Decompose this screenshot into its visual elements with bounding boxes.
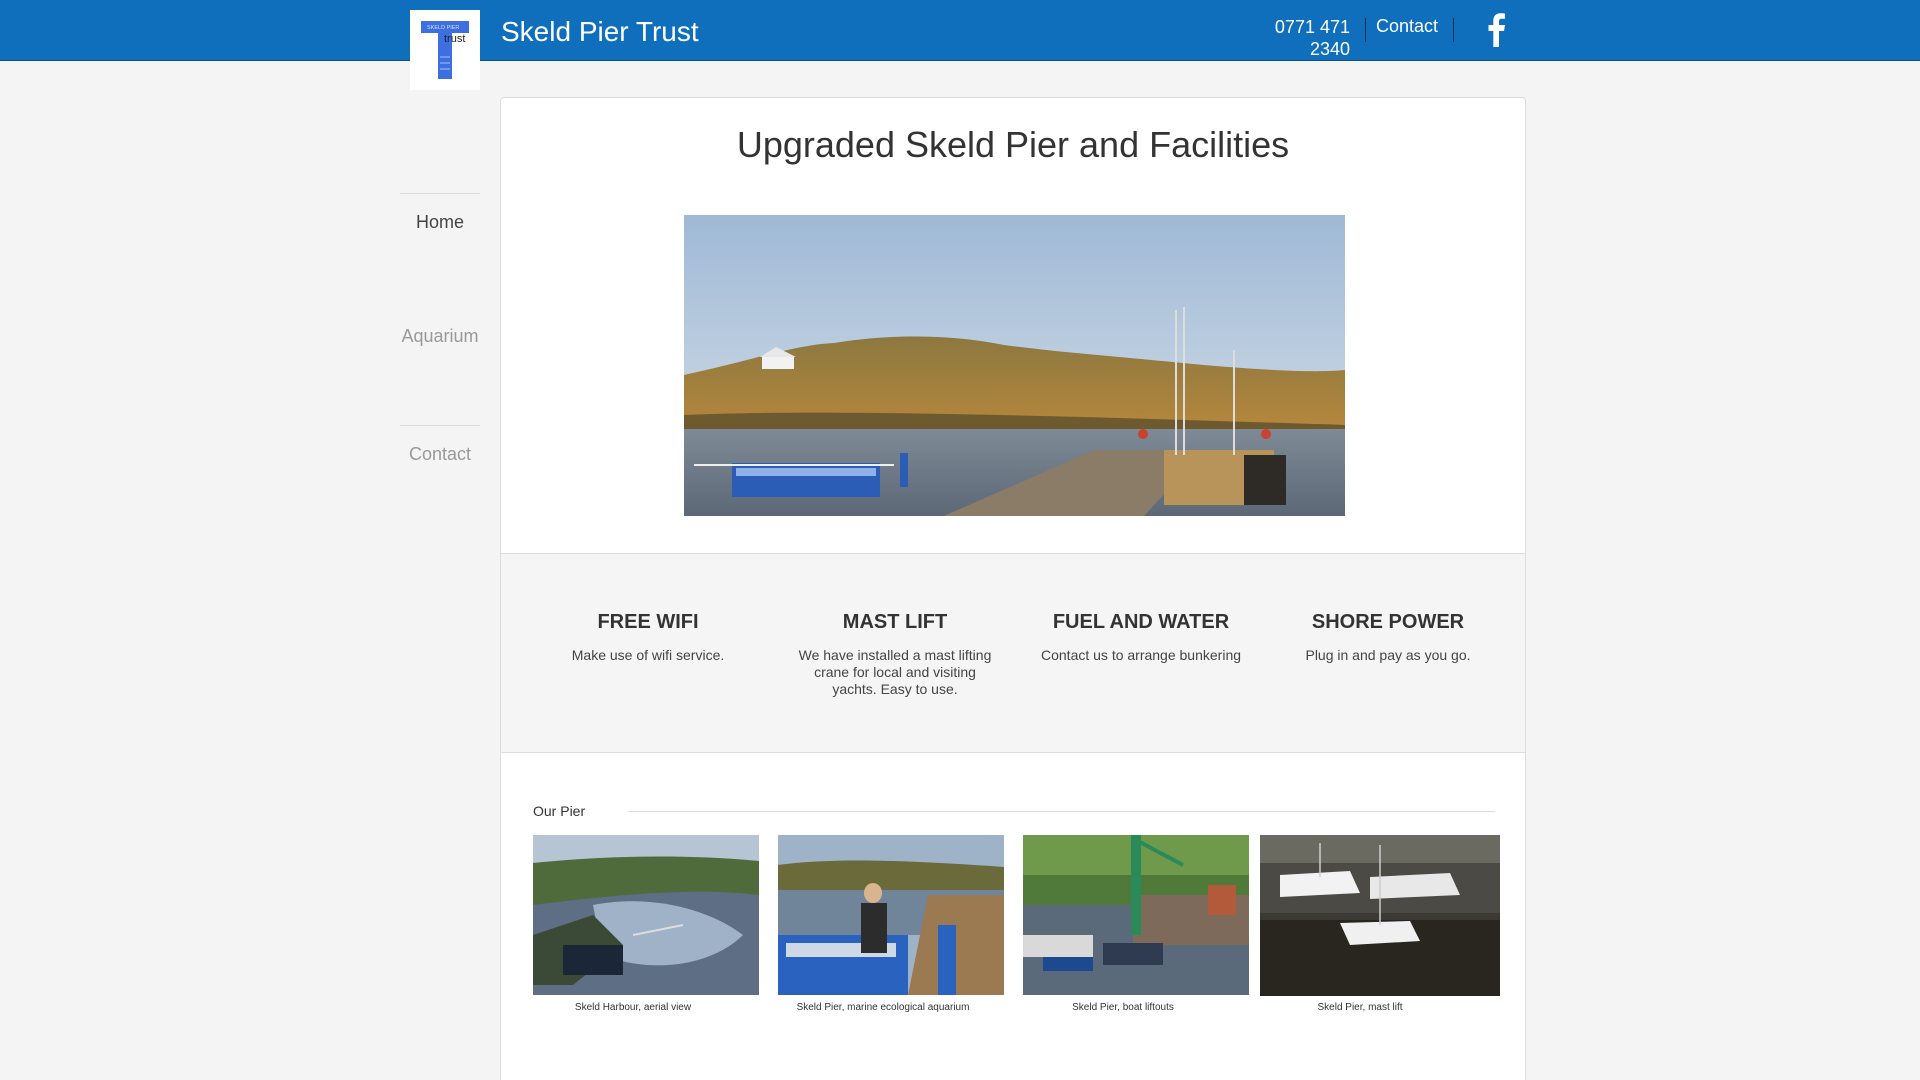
nav-item-home[interactable]: Home bbox=[400, 193, 480, 309]
header-contact-link[interactable]: Contact bbox=[1376, 16, 1438, 37]
gallery-thumb-mast-lift[interactable] bbox=[1260, 835, 1500, 996]
site-title[interactable]: Skeld Pier Trust bbox=[501, 16, 699, 48]
gallery-caption: Skeld Harbour, aerial view bbox=[574, 1002, 692, 1013]
feature-heading: SHORE POWER bbox=[1311, 611, 1465, 633]
gallery-thumb-aquarium[interactable] bbox=[778, 835, 1004, 995]
feature-text: Plug in and pay as you go. bbox=[1305, 647, 1471, 663]
nav-item-aquarium[interactable]: Aquarium bbox=[400, 309, 480, 425]
feature-shore-power: SHORE POWER Plug in and pay as you go. bbox=[1288, 611, 1488, 664]
gallery-caption: Skeld Pier, marine ecological aquarium bbox=[796, 1002, 970, 1013]
nav-item-contact[interactable]: Contact bbox=[400, 425, 480, 541]
feature-heading: FREE WIFI bbox=[597, 611, 699, 633]
features-section: FREE WIFI Make use of wifi service. MAST… bbox=[501, 553, 1525, 753]
feature-text: Make use of wifi service. bbox=[571, 647, 725, 663]
feature-fuel-and-water: FUEL AND WATER Contact us to arrange bun… bbox=[1041, 611, 1241, 664]
header-divider bbox=[1453, 18, 1454, 42]
feature-text: Contact us to arrange bunkering bbox=[1041, 647, 1242, 663]
gallery-thumb-boat-liftouts[interactable] bbox=[1023, 835, 1249, 995]
gallery-caption: Skeld Pier, mast lift bbox=[1317, 1002, 1403, 1013]
side-navigation: Home Aquarium Contact bbox=[400, 193, 480, 541]
gallery-title: Our Pier bbox=[533, 803, 586, 819]
logo-text-top: SKELD PIER bbox=[427, 25, 459, 31]
gallery-thumb-aerial[interactable] bbox=[533, 835, 759, 995]
gallery-caption: Skeld Pier, boat liftouts bbox=[1072, 1002, 1174, 1013]
feature-heading: FUEL AND WATER bbox=[1052, 611, 1230, 633]
feature-text: We have installed a mast lifting crane f… bbox=[798, 647, 992, 697]
top-header-bar: Skeld Pier Trust 0771 471 2340 Contact bbox=[0, 0, 1920, 61]
feature-heading: MAST LIFT bbox=[842, 611, 948, 633]
phone-line-2: 2340 bbox=[1309, 39, 1350, 59]
page-title: Upgraded Skeld Pier and Facilities bbox=[736, 124, 1290, 165]
facebook-icon[interactable] bbox=[1484, 12, 1508, 48]
header-divider bbox=[1365, 18, 1366, 42]
phone-number[interactable]: 0771 471 2340 bbox=[1268, 16, 1350, 60]
feature-free-wifi: FREE WIFI Make use of wifi service. bbox=[548, 611, 748, 664]
logo-text-main: trust bbox=[444, 33, 465, 45]
phone-line-1: 0771 471 bbox=[1274, 17, 1350, 37]
feature-mast-lift: MAST LIFT We have installed a mast lifti… bbox=[795, 611, 995, 698]
gallery-title-rule bbox=[628, 811, 1495, 812]
main-content-card: Upgraded Skeld Pier and Facilities FREE … bbox=[500, 97, 1526, 1080]
site-logo[interactable]: SKELD PIER trust bbox=[410, 10, 480, 90]
hero-image-skeld-pier bbox=[684, 215, 1345, 516]
